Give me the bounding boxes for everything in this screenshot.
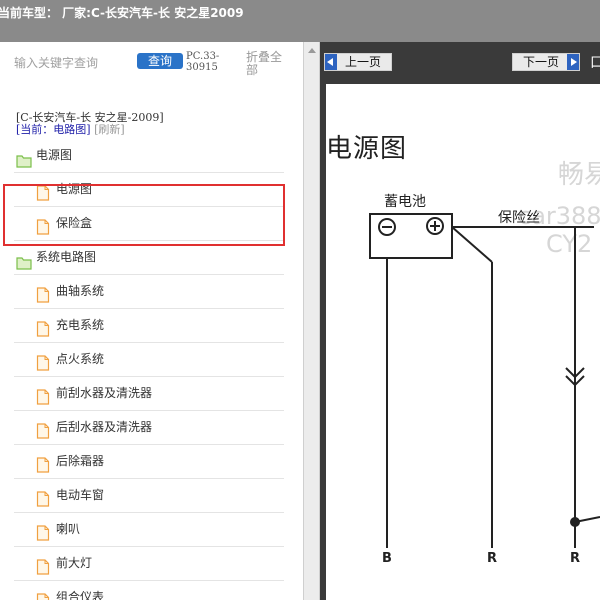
document-icon — [36, 555, 50, 575]
wire-color-label: R — [487, 551, 497, 566]
document-icon — [36, 317, 50, 337]
tree-item-label: 前大灯 — [56, 556, 93, 570]
document-icon — [36, 283, 50, 303]
tree-item[interactable]: 电动车窗 — [14, 479, 284, 513]
tree-item[interactable]: 前刮水器及清洗器 — [14, 377, 284, 411]
tree-item[interactable]: 组合仪表 — [14, 581, 284, 600]
tree-item-label: 组合仪表 — [56, 590, 105, 600]
tree-item-label: 电源图 — [36, 148, 73, 162]
document-icon — [36, 589, 50, 600]
power-circuit-diagram: 蓄电池 保险丝 B R R — [369, 194, 600, 566]
tree-item[interactable]: 点火系统 — [14, 343, 284, 377]
next-page-button[interactable]: 下一页 — [512, 53, 580, 71]
tree-item-label: 后刮水器及清洗器 — [56, 420, 153, 434]
document-icon — [36, 385, 50, 405]
scroll-up-arrow-icon[interactable] — [308, 48, 316, 53]
collapse-all-link[interactable]: 折叠全部 — [246, 51, 292, 77]
battery-label: 蓄电池 — [384, 194, 426, 210]
viewer-toolbar: 上一页 下一页 口 — [320, 42, 600, 82]
document-icon — [36, 487, 50, 507]
tree-folder[interactable]: 电源图 — [14, 139, 284, 173]
prev-page-label: 上一页 — [345, 55, 382, 69]
wire-color-label: B — [382, 551, 392, 566]
left-panel: 查询 PC.33-30915 折叠全部 [C-长安汽车-长 安之星-2009] … — [0, 42, 303, 600]
arrow-right-icon — [571, 58, 577, 66]
tree-item[interactable]: 后刮水器及清洗器 — [14, 411, 284, 445]
tree-item-label: 后除霜器 — [56, 454, 105, 468]
tree-item-label: 曲轴系统 — [56, 284, 105, 298]
breadcrumb-current[interactable]: [当前：电路图] — [16, 123, 91, 136]
document-icon — [36, 453, 50, 473]
document-icon — [36, 351, 50, 371]
tree-item[interactable]: 曲轴系统 — [14, 275, 284, 309]
wire-color-label: R — [570, 551, 580, 566]
fuse-label: 保险丝 — [498, 210, 540, 226]
tree-item[interactable]: 喇叭 — [14, 513, 284, 547]
document-icon — [36, 419, 50, 439]
tree-item[interactable]: 充电系统 — [14, 309, 284, 343]
tree-folder[interactable]: 系统电路图 — [14, 241, 284, 275]
toolbar-edge-glyph: 口 — [590, 55, 600, 71]
tree-item[interactable]: 后除霜器 — [14, 445, 284, 479]
diagram-page: 畅易 car388 CY2 电源图 蓄电池 保险丝 B R R — [326, 84, 600, 600]
red-highlight-box — [3, 184, 285, 246]
next-page-label: 下一页 — [523, 55, 560, 69]
folder-open-icon — [16, 250, 32, 270]
tree-item-label: 充电系统 — [56, 318, 105, 332]
tree-item-label: 前刮水器及清洗器 — [56, 386, 153, 400]
title-bar: 当前车型： 厂家:C-长安汽车-长 安之星2009 — [0, 0, 600, 42]
tree-item-label: 电动车窗 — [56, 488, 105, 502]
diagram-viewer: 上一页 下一页 口 畅易 car388 CY2 电源图 蓄电池 保险丝 B R … — [320, 42, 600, 600]
prev-page-button[interactable]: 上一页 — [324, 53, 392, 71]
breadcrumb: [C-长安汽车-长 安之星-2009] [当前：电路图] [刷新] — [16, 112, 296, 136]
query-button[interactable]: 查询 — [137, 53, 183, 69]
tree-item-label: 喇叭 — [56, 522, 81, 536]
folder-open-icon — [16, 148, 32, 168]
tree-item[interactable]: 前大灯 — [14, 547, 284, 581]
document-icon — [36, 521, 50, 541]
search-input[interactable] — [14, 54, 132, 72]
junction-dot — [570, 517, 580, 527]
arrow-left-icon — [327, 58, 333, 66]
pc-code: PC.33-30915 — [186, 51, 220, 73]
search-row: 查询 PC.33-30915 折叠全部 — [0, 42, 303, 92]
panel-splitter[interactable] — [303, 42, 320, 600]
refresh-link[interactable]: [刷新] — [94, 123, 125, 136]
current-model-title: 当前车型： 厂家:C-长安汽车-长 安之星2009 — [0, 6, 244, 20]
tree-item-label: 点火系统 — [56, 352, 105, 366]
